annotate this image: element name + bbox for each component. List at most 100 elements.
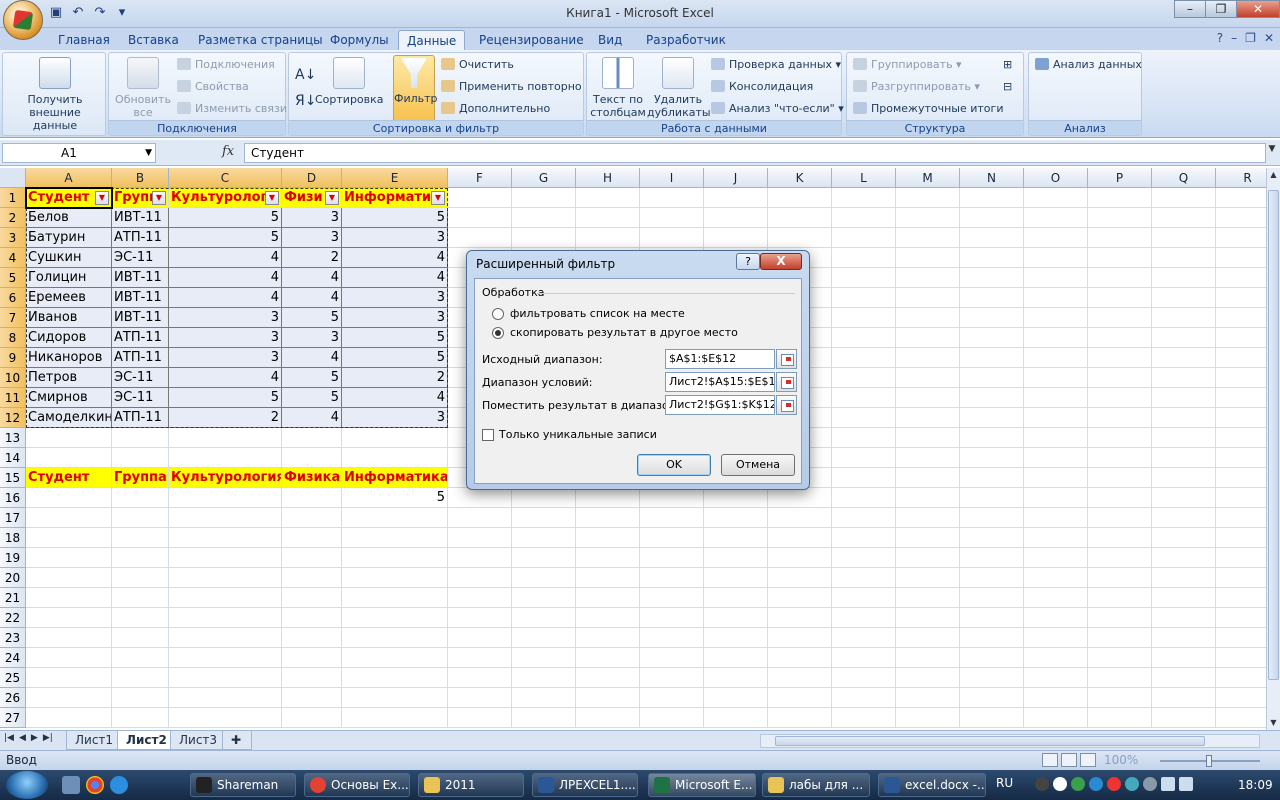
- tab-review[interactable]: Рецензирование: [471, 30, 592, 50]
- grid-cell[interactable]: [1088, 448, 1152, 468]
- grid-cell[interactable]: [1088, 668, 1152, 688]
- column-header[interactable]: L: [832, 168, 896, 188]
- table-cell[interactable]: 5: [342, 328, 448, 348]
- grid-cell[interactable]: [1152, 248, 1216, 268]
- grid-cell[interactable]: [512, 208, 576, 228]
- grid-cell[interactable]: [342, 648, 448, 668]
- grid-cell[interactable]: [896, 268, 960, 288]
- criteria-header-cell[interactable]: Информатика: [342, 468, 448, 488]
- refresh-all-button[interactable]: Обновить все: [111, 55, 175, 119]
- taskbar-item-excel[interactable]: Microsoft E...: [648, 773, 756, 797]
- filter-dropdown-icon[interactable]: ▼: [431, 191, 445, 205]
- grid-cell[interactable]: [768, 648, 832, 668]
- grid-cell[interactable]: [576, 628, 640, 648]
- grid-cell[interactable]: [768, 228, 832, 248]
- grid-cell[interactable]: [1024, 268, 1088, 288]
- grid-cell[interactable]: [282, 568, 342, 588]
- grid-cell[interactable]: [448, 668, 512, 688]
- network-icon[interactable]: [1161, 777, 1175, 791]
- table-cell[interactable]: 5: [342, 208, 448, 228]
- grid-cell[interactable]: [1216, 248, 1266, 268]
- grid-cell[interactable]: [896, 608, 960, 628]
- row-header[interactable]: 18: [0, 528, 26, 548]
- grid-cell[interactable]: [960, 628, 1024, 648]
- tab-view[interactable]: Вид: [590, 30, 630, 50]
- grid-cell[interactable]: [112, 688, 169, 708]
- column-header[interactable]: E: [342, 168, 448, 188]
- prev-sheet-icon[interactable]: ◀: [19, 733, 26, 743]
- grid-cell[interactable]: [1152, 508, 1216, 528]
- reapply-button[interactable]: Применить повторно: [441, 79, 582, 95]
- close-button[interactable]: ✕: [1236, 0, 1280, 18]
- table-cell[interactable]: Петров: [26, 368, 112, 388]
- grid-cell[interactable]: [342, 548, 448, 568]
- row-header[interactable]: 7: [0, 308, 26, 328]
- grid-cell[interactable]: [1216, 708, 1266, 728]
- table-header-cell[interactable]: Студент ▼: [26, 188, 112, 208]
- grid-cell[interactable]: [896, 628, 960, 648]
- sheet-tab-list2[interactable]: Лист2: [117, 731, 176, 750]
- column-header[interactable]: C: [169, 168, 282, 188]
- grid-cell[interactable]: [512, 188, 576, 208]
- grid-cell[interactable]: [1088, 468, 1152, 488]
- grid-cell[interactable]: [1152, 348, 1216, 368]
- table-cell[interactable]: 4: [282, 268, 342, 288]
- grid-cell[interactable]: [640, 648, 704, 668]
- grid-cell[interactable]: [640, 488, 704, 508]
- text-to-columns-button[interactable]: Текст по столбцам: [589, 55, 647, 119]
- column-header[interactable]: M: [896, 168, 960, 188]
- grid-cell[interactable]: [960, 208, 1024, 228]
- unique-records-checkbox[interactable]: [482, 429, 494, 441]
- table-header-cell[interactable]: Групп ▼: [112, 188, 169, 208]
- ribbon-minimize-icon[interactable]: –: [1231, 31, 1237, 45]
- filter-dropdown-icon[interactable]: ▼: [152, 191, 166, 205]
- table-cell[interactable]: 4: [342, 388, 448, 408]
- grid-cell[interactable]: [112, 568, 169, 588]
- grid-cell[interactable]: [1024, 588, 1088, 608]
- grid-cell[interactable]: [112, 488, 169, 508]
- grid-cell[interactable]: [896, 248, 960, 268]
- grid-cell[interactable]: [169, 688, 282, 708]
- grid-cell[interactable]: [282, 548, 342, 568]
- grid-cell[interactable]: [832, 488, 896, 508]
- taskbar-item-chrome[interactable]: Основы Ex...: [304, 773, 410, 797]
- table-cell[interactable]: 4: [282, 288, 342, 308]
- show-desktop-icon[interactable]: [62, 776, 80, 794]
- grid-cell[interactable]: [1152, 228, 1216, 248]
- table-header-cell[interactable]: Информатик ▼: [342, 188, 448, 208]
- table-cell[interactable]: 3: [169, 308, 282, 328]
- grid-cell[interactable]: [576, 508, 640, 528]
- filter-in-place-radio[interactable]: [492, 308, 504, 320]
- grid-cell[interactable]: [112, 428, 169, 448]
- row-header[interactable]: 13: [0, 428, 26, 448]
- grid-cell[interactable]: [448, 608, 512, 628]
- grid-cell[interactable]: [960, 648, 1024, 668]
- zoom-slider-knob[interactable]: [1206, 755, 1212, 767]
- row-header[interactable]: 24: [0, 648, 26, 668]
- grid-cell[interactable]: [896, 208, 960, 228]
- table-cell[interactable]: ИВТ-11: [112, 208, 169, 228]
- taskbar-item-word2[interactable]: excel.docx -...: [878, 773, 986, 797]
- grid-cell[interactable]: [1024, 208, 1088, 228]
- expand-formula-bar-icon[interactable]: ▼: [1266, 144, 1278, 162]
- grid-cell[interactable]: [896, 568, 960, 588]
- grid-cell[interactable]: [512, 648, 576, 668]
- grid-cell[interactable]: [576, 208, 640, 228]
- grid-cell[interactable]: [1216, 448, 1266, 468]
- grid-cell[interactable]: [282, 608, 342, 628]
- grid-cell[interactable]: [342, 568, 448, 588]
- taskbar-item-word1[interactable]: ЛРEXCEL1....: [532, 773, 638, 797]
- grid-cell[interactable]: [1152, 688, 1216, 708]
- group-button[interactable]: Группировать ▾: [853, 57, 962, 73]
- grid-cell[interactable]: [26, 668, 112, 688]
- grid-cell[interactable]: [640, 528, 704, 548]
- row-header[interactable]: 12: [0, 408, 26, 428]
- grid-cell[interactable]: [896, 668, 960, 688]
- grid-cell[interactable]: [640, 188, 704, 208]
- grid-cell[interactable]: [832, 608, 896, 628]
- row-header[interactable]: 8: [0, 328, 26, 348]
- grid-cell[interactable]: [112, 668, 169, 688]
- grid-cell[interactable]: [1216, 468, 1266, 488]
- grid-cell[interactable]: [1024, 228, 1088, 248]
- grid-cell[interactable]: [896, 688, 960, 708]
